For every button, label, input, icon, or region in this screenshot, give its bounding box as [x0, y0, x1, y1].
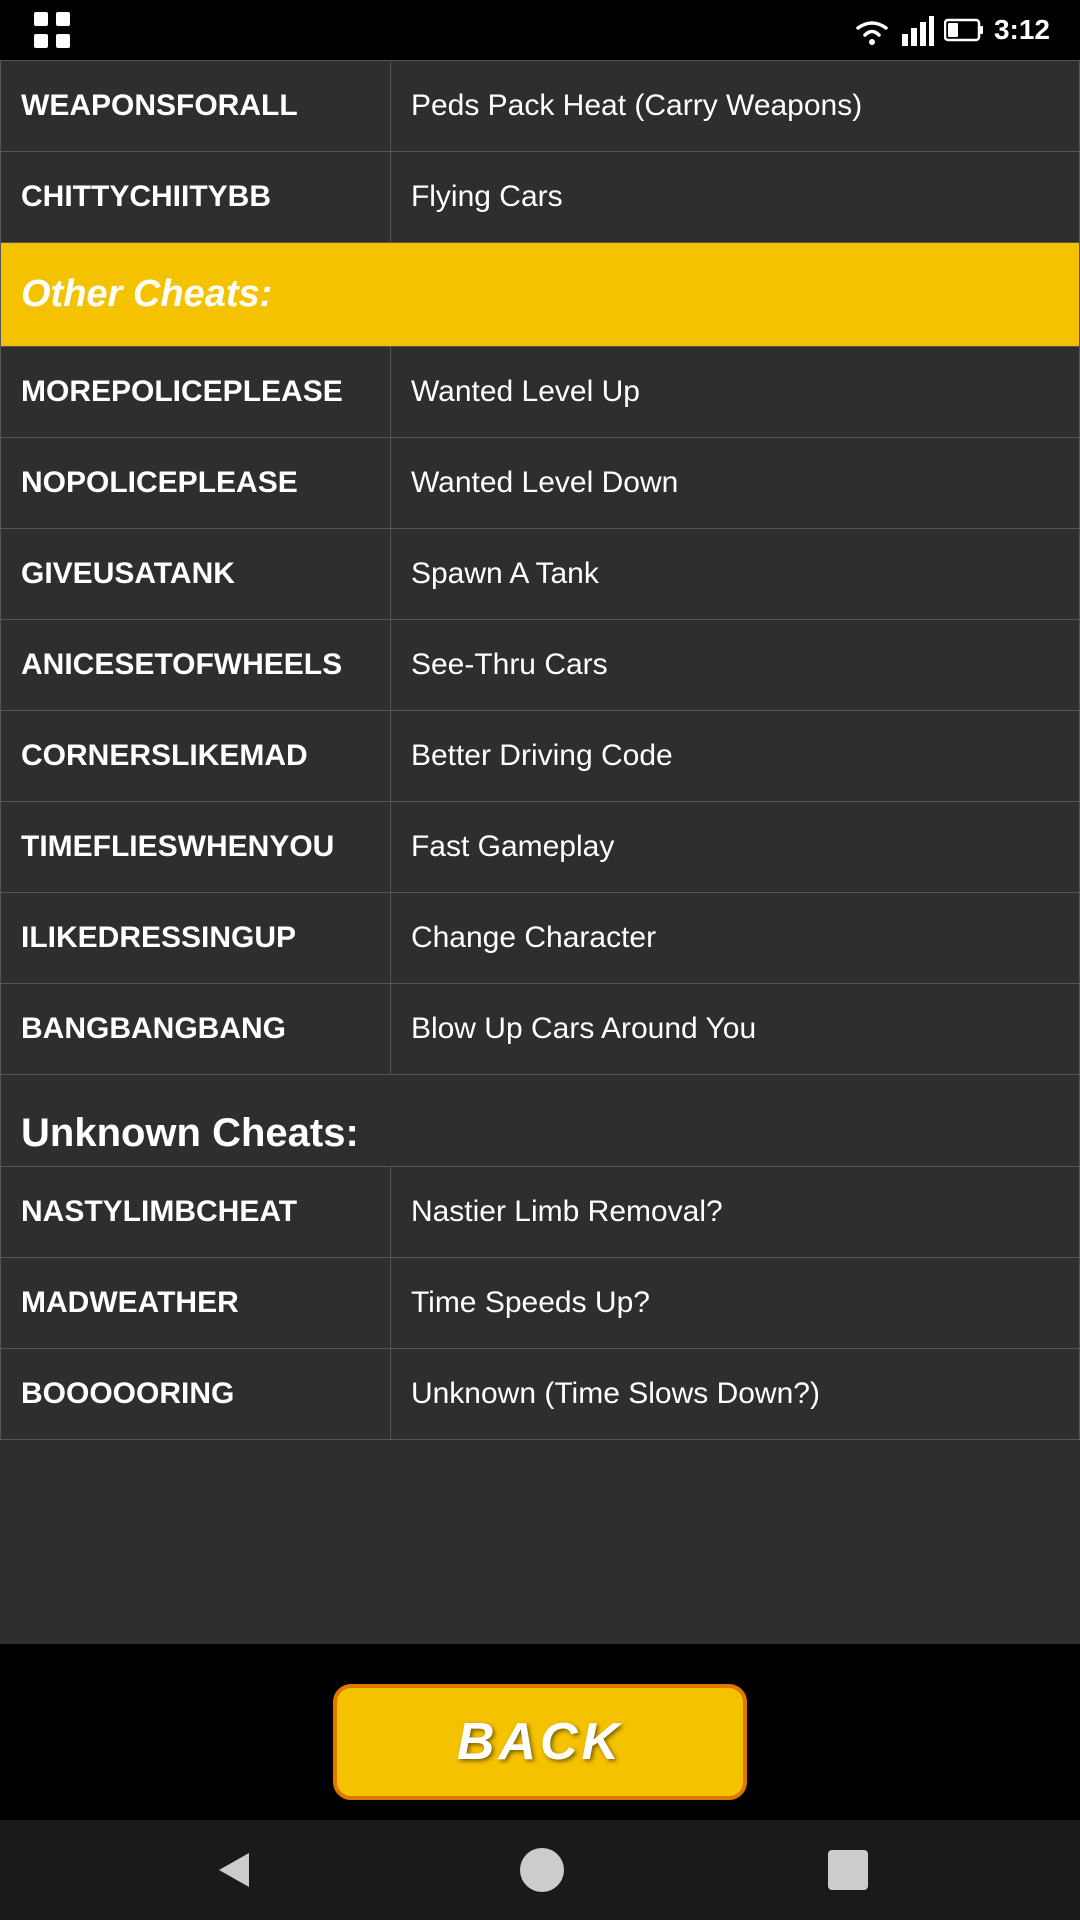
cheat-code: NASTYLIMBCHEAT	[1, 1167, 391, 1258]
table-row: BOOOOORING Unknown (Time Slows Down?)	[1, 1349, 1080, 1440]
nav-bar	[0, 1820, 1080, 1920]
cheat-effect: See-Thru Cars	[390, 620, 1079, 711]
table-row: BANGBANGBANG Blow Up Cars Around You	[1, 984, 1080, 1075]
table-row: CHITTYCHIITYBB Flying Cars	[1, 152, 1080, 243]
status-bar-left	[30, 8, 74, 52]
back-button[interactable]: BACK	[333, 1684, 747, 1800]
table-row: NASTYLIMBCHEAT Nastier Limb Removal?	[1, 1167, 1080, 1258]
cheat-effect: Flying Cars	[390, 152, 1079, 243]
carrier-icon	[30, 8, 74, 52]
section-header-row: Other Cheats:	[1, 243, 1080, 347]
cheat-code: TIMEFLIESWHENYOU	[1, 802, 391, 893]
table-row: ILIKEDRESSINGUP Change Character	[1, 893, 1080, 984]
table-row: WEAPONSFORALL Peds Pack Heat (Carry Weap…	[1, 61, 1080, 152]
status-bar-right: 3:12	[852, 14, 1050, 46]
cheat-code: ILIKEDRESSINGUP	[1, 893, 391, 984]
wifi-icon	[852, 14, 892, 46]
unknown-cheats-section: Unknown Cheats:	[1, 1075, 1080, 1167]
cheat-effect: Unknown (Time Slows Down?)	[390, 1349, 1079, 1440]
bottom-area: BACK	[0, 1644, 1080, 1820]
cheat-effect: Wanted Level Up	[390, 347, 1079, 438]
time-display: 3:12	[994, 14, 1050, 46]
nav-home-icon[interactable]	[517, 1845, 567, 1895]
table-row: TIMEFLIESWHENYOU Fast Gameplay	[1, 802, 1080, 893]
cheat-effect: Time Speeds Up?	[390, 1258, 1079, 1349]
cheat-code: GIVEUSATANK	[1, 529, 391, 620]
cheat-effect: Change Character	[390, 893, 1079, 984]
cheat-effect: Peds Pack Heat (Carry Weapons)	[390, 61, 1079, 152]
table-row: MOREPOLICEPLEASE Wanted Level Up	[1, 347, 1080, 438]
cheat-code: CHITTYCHIITYBB	[1, 152, 391, 243]
table-row: MADWEATHER Time Speeds Up?	[1, 1258, 1080, 1349]
cheat-code: MOREPOLICEPLEASE	[1, 347, 391, 438]
cheat-code: CORNERSLIKEMAD	[1, 711, 391, 802]
status-bar: 3:12	[0, 0, 1080, 60]
main-content: WEAPONSFORALL Peds Pack Heat (Carry Weap…	[0, 60, 1080, 1644]
cheat-effect: Better Driving Code	[390, 711, 1079, 802]
cheat-effect: Spawn A Tank	[390, 529, 1079, 620]
cheats-table: WEAPONSFORALL Peds Pack Heat (Carry Weap…	[0, 60, 1080, 1440]
table-row: GIVEUSATANK Spawn A Tank	[1, 529, 1080, 620]
cheat-effect: Nastier Limb Removal?	[390, 1167, 1079, 1258]
unknown-cheats-header: Unknown Cheats:	[1, 1075, 1080, 1167]
other-cheats-header: Other Cheats:	[1, 243, 1080, 347]
cheat-code: NOPOLICEPLEASE	[1, 438, 391, 529]
cheat-effect: Blow Up Cars Around You	[390, 984, 1079, 1075]
table-row: NOPOLICEPLEASE Wanted Level Down	[1, 438, 1080, 529]
cheat-effect: Wanted Level Down	[390, 438, 1079, 529]
nav-back-icon[interactable]	[209, 1845, 259, 1895]
table-row: CORNERSLIKEMAD Better Driving Code	[1, 711, 1080, 802]
cheat-code: BANGBANGBANG	[1, 984, 391, 1075]
table-row: ANICESETOFWHEELS See-Thru Cars	[1, 620, 1080, 711]
cheat-code: BOOOOORING	[1, 1349, 391, 1440]
battery-icon	[944, 14, 984, 46]
cheat-code: ANICESETOFWHEELS	[1, 620, 391, 711]
cheat-code: WEAPONSFORALL	[1, 61, 391, 152]
cheat-effect: Fast Gameplay	[390, 802, 1079, 893]
signal-icon	[902, 14, 934, 46]
nav-recents-icon[interactable]	[825, 1847, 871, 1893]
cheat-code: MADWEATHER	[1, 1258, 391, 1349]
